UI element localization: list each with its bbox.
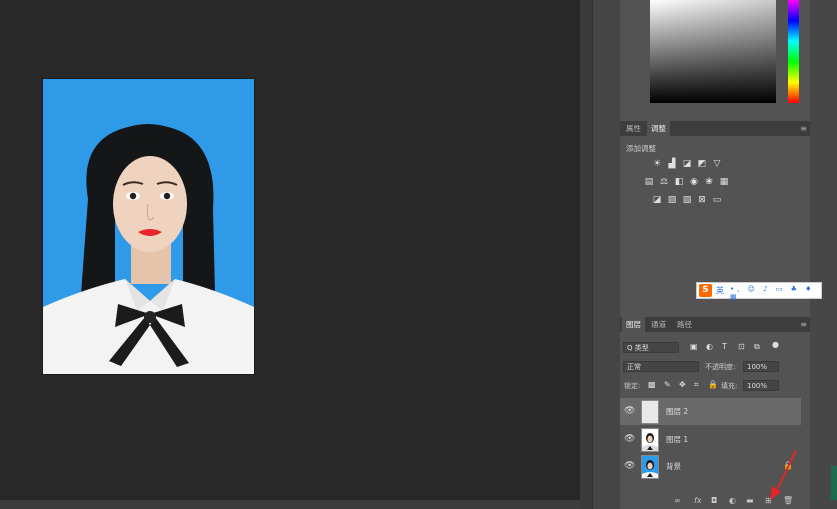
layer-name[interactable]: 图层 2 bbox=[666, 406, 688, 417]
lookup-icon[interactable]: ▦ bbox=[719, 177, 729, 187]
eye-icon[interactable]: 👁 bbox=[624, 434, 635, 444]
opacity-input[interactable]: 100% bbox=[743, 361, 779, 372]
link-icon[interactable]: ∞ bbox=[674, 496, 681, 505]
lock-label: 锁定: bbox=[624, 382, 641, 390]
folder-icon[interactable]: ▬ bbox=[746, 496, 754, 505]
far-right-strip bbox=[810, 0, 837, 509]
filter-smart-icon[interactable]: ⧉ bbox=[754, 342, 760, 352]
opacity-label: 不透明度: bbox=[705, 363, 736, 371]
adjustment-icon[interactable]: ◐ bbox=[729, 496, 736, 505]
color-picker-field[interactable] bbox=[650, 0, 776, 103]
filter-shape-icon[interactable]: ⊡ bbox=[738, 342, 745, 351]
lock-artboard-icon[interactable]: ⌗ bbox=[694, 380, 699, 390]
layer-row[interactable]: 👁 图层 2 bbox=[620, 398, 801, 425]
sogou-logo-icon: S bbox=[699, 284, 712, 297]
filter-toggle-icon[interactable]: ● bbox=[772, 340, 779, 349]
adjustment-row-1: ☀ ▟ ◪ ◩ ▽ bbox=[652, 159, 727, 169]
layer-name[interactable]: 背景 bbox=[666, 461, 681, 472]
balance-icon[interactable]: ⚖ bbox=[659, 177, 669, 187]
tab-channels[interactable]: 通道 bbox=[647, 317, 670, 332]
ime-tool-icons[interactable]: •, ☺ ♪ ▭ ♣ ♦ ▦ bbox=[730, 285, 821, 301]
layer-filter-dropdown[interactable]: Q 类型 bbox=[623, 342, 679, 353]
layer-thumbnail bbox=[641, 455, 659, 479]
side-toolbar-strip bbox=[592, 0, 621, 509]
threshold-icon[interactable]: ▧ bbox=[682, 195, 692, 205]
gradient-map-icon[interactable]: ▭ bbox=[712, 195, 722, 205]
lock-move-icon[interactable]: ✥ bbox=[679, 380, 686, 389]
bw-icon[interactable]: ◧ bbox=[674, 177, 684, 187]
id-photo[interactable] bbox=[42, 78, 255, 375]
layers-menu-icon[interactable]: ≡ bbox=[800, 320, 807, 329]
lock-all-icon[interactable]: 🔒 bbox=[708, 380, 718, 389]
filter-type-icon[interactable]: T bbox=[722, 342, 727, 351]
tab-properties[interactable]: 属性 bbox=[622, 121, 645, 136]
brightness-icon[interactable]: ☀ bbox=[652, 159, 662, 169]
filter-pixel-icon[interactable]: ▣ bbox=[690, 342, 698, 351]
lock-brush-icon[interactable]: ✎ bbox=[664, 380, 671, 389]
canvas-scrollbar[interactable] bbox=[0, 500, 580, 509]
hue-slider[interactable] bbox=[788, 0, 799, 103]
lock-transparent-icon[interactable]: ▩ bbox=[648, 380, 656, 389]
levels-icon[interactable]: ▟ bbox=[667, 159, 677, 169]
layer-thumbnail bbox=[641, 400, 659, 424]
triangle-icon[interactable]: ▽ bbox=[712, 159, 722, 169]
ime-toolbar[interactable]: S 英 •, ☺ ♪ ▭ ♣ ♦ ▦ bbox=[696, 282, 822, 301]
layer-thumbnail bbox=[641, 428, 659, 452]
photo-filter-icon[interactable]: ◉ bbox=[689, 177, 699, 187]
fx-icon[interactable]: fx bbox=[694, 496, 702, 505]
annotation-arrow-icon bbox=[770, 449, 797, 500]
filter-adjust-icon[interactable]: ◐ bbox=[706, 342, 713, 351]
adjustment-row-2: ▤ ⚖ ◧ ◉ ❀ ▦ bbox=[644, 177, 734, 187]
panel-gutter bbox=[580, 0, 592, 509]
hue-icon[interactable]: ▤ bbox=[644, 177, 654, 187]
eye-icon[interactable]: 👁 bbox=[624, 406, 635, 416]
tab-layers[interactable]: 图层 bbox=[622, 317, 645, 332]
layer-name[interactable]: 图层 1 bbox=[666, 434, 688, 445]
posterize-icon[interactable]: ▨ bbox=[667, 195, 677, 205]
tab-paths[interactable]: 路径 bbox=[673, 317, 696, 332]
panel-menu-icon[interactable]: ≡ bbox=[800, 124, 807, 133]
side-accent bbox=[831, 466, 837, 500]
portrait-image bbox=[43, 79, 254, 374]
layers-tabbar: 图层 通道 路径 ≡ bbox=[620, 317, 810, 332]
blend-mode-dropdown[interactable]: 正常 bbox=[623, 361, 699, 372]
fill-input[interactable]: 100% bbox=[743, 380, 779, 391]
add-adjustment-label: 添加调整 bbox=[626, 144, 656, 153]
eye-icon[interactable]: 👁 bbox=[624, 461, 635, 471]
invert-icon[interactable]: ◪ bbox=[652, 195, 662, 205]
adjustments-tabbar: 属性 调整 ≡ bbox=[620, 121, 810, 136]
adjustment-row-3: ◪ ▨ ▧ ⊠ ▭ bbox=[652, 195, 727, 205]
ime-lang-toggle[interactable]: 英 bbox=[716, 285, 724, 296]
exposure-icon[interactable]: ◩ bbox=[697, 159, 707, 169]
fill-label: 填充: bbox=[721, 382, 738, 390]
tab-adjustments[interactable]: 调整 bbox=[647, 121, 670, 136]
curves-icon[interactable]: ◪ bbox=[682, 159, 692, 169]
channel-mixer-icon[interactable]: ❀ bbox=[704, 177, 714, 187]
mask-icon[interactable]: ◘ bbox=[711, 496, 717, 505]
selective-color-icon[interactable]: ⊠ bbox=[697, 195, 707, 205]
